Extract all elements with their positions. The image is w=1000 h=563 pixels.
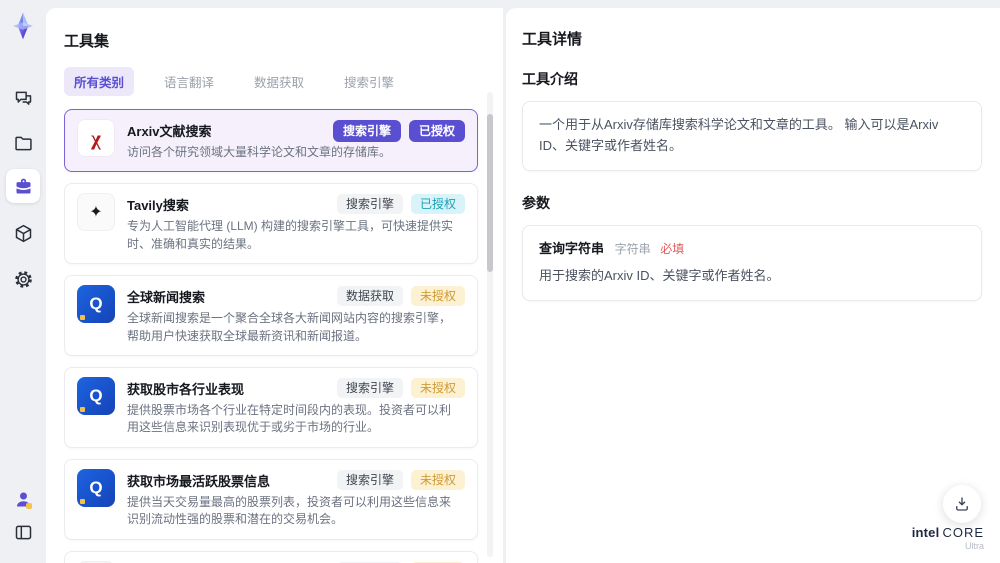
auth-status-badge: 未授权: [410, 377, 465, 398]
intro-text-box: 一个用于从Arxiv存储库搜索科学论文和文章的工具。 输入可以是Arxiv ID…: [522, 101, 982, 171]
intel-core-logo: intel CORE Ultra: [911, 524, 984, 552]
category-badge: 搜索引擎: [336, 469, 403, 490]
list-scrollbar-track[interactable]: [487, 92, 493, 557]
arxiv-logo-icon: χ: [77, 119, 115, 157]
category-badge: 搜索引擎: [332, 120, 401, 142]
user-avatar-icon[interactable]: [6, 482, 40, 516]
tool-desc: 全球新闻搜索是一个聚合全球各大新闻网站内容的搜索引擎，帮助用户快速获取全球最新资…: [127, 311, 452, 343]
download-button[interactable]: [943, 485, 981, 523]
tool-card-regional-news-query[interactable]: 万维地区新闻查询 查询具体行政区划内的新闻，快速了解各地新闻动 搜索引擎 未授权: [64, 550, 478, 563]
tool-card-global-news-search[interactable]: Q 全球新闻搜索 全球新闻搜索是一个聚合全球各大新闻网站内容的搜索引擎，帮助用户…: [64, 275, 478, 356]
tab-search-engine[interactable]: 搜索引擎: [334, 67, 404, 96]
settings-gear-icon[interactable]: [6, 262, 40, 296]
page-title: 工具集: [64, 33, 110, 50]
details-title: 工具详情: [522, 31, 583, 48]
toolset-panel: 工具集 所有类别 语言翻译 数据获取 搜索引擎 χ Arxiv文献搜索 访问各个…: [46, 8, 503, 563]
category-badge: 搜索引擎: [336, 377, 403, 398]
tool-card-stock-industry-performance[interactable]: Q 获取股市各行业表现 提供股票市场各个行业在特定时间段内的表现。投资者可以利用…: [64, 366, 478, 448]
brand-sub-text: Ultra: [964, 541, 984, 552]
tool-desc: 提供当天交易量最高的股票列表，投资者可以利用这些信息来识别流动性强的股票和潜在的…: [127, 494, 452, 527]
tab-all-categories[interactable]: 所有类别: [64, 67, 135, 96]
brand-intel-text: intel: [911, 524, 940, 540]
tab-data-fetching[interactable]: 数据获取: [244, 67, 314, 96]
param-name: 查询字符串: [539, 240, 605, 256]
blue-q-logo-icon: Q: [77, 285, 115, 324]
folder-icon[interactable]: [6, 126, 40, 160]
panel-toggle-icon[interactable]: [6, 515, 40, 549]
tool-desc: 提供股票市场各个行业在特定时间段内的表现。投资者可以利用这些信息来识别表现优于或…: [127, 402, 452, 435]
params-section-title: 参数: [522, 194, 550, 211]
tool-desc: 专为人工智能代理 (LLM) 构建的搜索引擎工具，可快速提供实时、准确和真实的结…: [127, 219, 454, 251]
blue-q-logo-icon: Q: [77, 376, 115, 415]
category-tabs: 所有类别 语言翻译 数据获取 搜索引擎: [64, 67, 503, 96]
param-type: 字符串: [614, 241, 651, 256]
tool-card-most-active-stocks[interactable]: Q 获取市场最活跃股票信息 提供当天交易量最高的股票列表，投资者可以利用这些信息…: [64, 458, 478, 540]
intro-section-title: 工具介绍: [522, 71, 578, 87]
category-badge: 数据获取: [336, 286, 403, 307]
tool-desc: 访问各个研究领域大量科学论文和文章的存储库。: [127, 145, 392, 159]
app-logo-icon: [9, 12, 37, 40]
left-rail: [0, 0, 46, 563]
auth-status-badge: 已授权: [410, 194, 465, 215]
cube-icon[interactable]: [6, 216, 40, 250]
category-badge: 搜索引擎: [336, 194, 403, 215]
tavily-logo-icon: ✦: [77, 193, 115, 232]
param-required-flag: 必填: [660, 241, 685, 256]
tab-language-translation[interactable]: 语言翻译: [154, 67, 224, 96]
blue-q-logo-icon: Q: [77, 468, 115, 507]
brand-core-text: CORE: [942, 524, 984, 540]
tool-card-arxiv-search[interactable]: χ Arxiv文献搜索 访问各个研究领域大量科学论文和文章的存储库。 搜索引擎 …: [64, 109, 478, 173]
param-box: 查询字符串 字符串 必填 用于搜索的Arxiv ID、关键字或作者姓名。: [522, 224, 982, 302]
param-desc: 用于搜索的Arxiv ID、关键字或作者姓名。: [539, 268, 780, 284]
tool-card-tavily-search[interactable]: ✦ Tavily搜索 专为人工智能代理 (LLM) 构建的搜索引擎工具，可快速提…: [64, 183, 478, 265]
chat-icon[interactable]: [6, 81, 40, 115]
avatar-status-dot: [26, 503, 32, 509]
auth-status-badge: 未授权: [410, 469, 465, 490]
list-scrollbar-thumb[interactable]: [487, 114, 493, 272]
auth-status-badge: 已授权: [408, 120, 465, 142]
tool-list: χ Arxiv文献搜索 访问各个研究领域大量科学论文和文章的存储库。 搜索引擎 …: [64, 109, 488, 563]
auth-status-badge: 未授权: [410, 286, 465, 307]
tool-details-panel: 工具详情 工具介绍 一个用于从Arxiv存储库搜索科学论文和文章的工具。 输入可…: [506, 8, 1000, 563]
param-header: 查询字符串 字符串 必填: [539, 239, 965, 260]
app-window: 工具集 所有类别 语言翻译 数据获取 搜索引擎 χ Arxiv文献搜索 访问各个…: [0, 0, 1000, 563]
toolset-nav-icon[interactable]: [6, 169, 40, 203]
